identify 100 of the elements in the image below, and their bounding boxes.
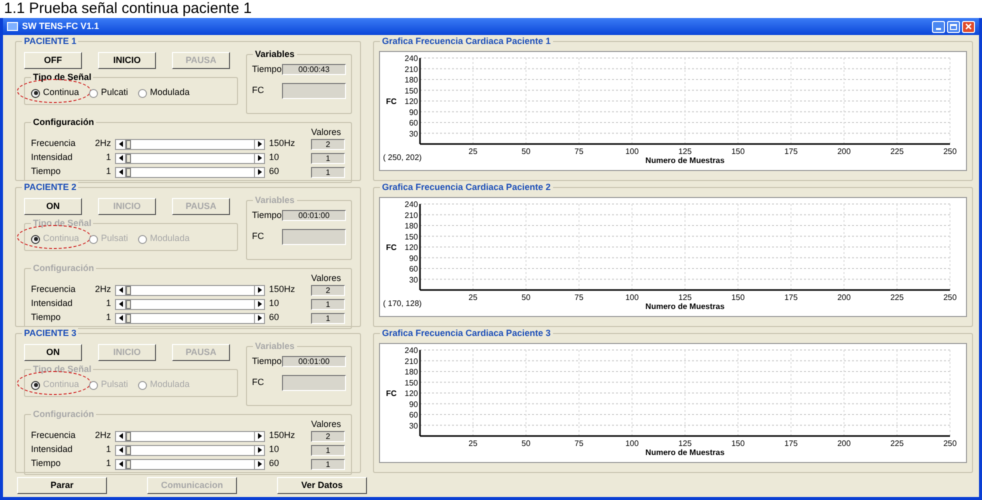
y-tick-label: 30 xyxy=(409,129,418,138)
setting-label: Tiempo xyxy=(31,457,62,470)
min-label: 1 xyxy=(104,311,111,324)
radio-option[interactable]: Pulcati xyxy=(89,86,128,100)
max-label: 60 xyxy=(268,165,280,178)
value-field: 1 xyxy=(311,298,345,310)
y-axis-label: FC xyxy=(386,243,397,252)
max-label: 150Hz xyxy=(268,283,296,296)
readout-field: 00:00:43 xyxy=(282,64,346,76)
value-field: 1 xyxy=(311,444,345,456)
group-title: PACIENTE 1 xyxy=(22,35,78,47)
readout-field: 00:01:00 xyxy=(282,356,346,368)
min-label: 2Hz xyxy=(94,429,111,442)
y-tick-label: 90 xyxy=(409,108,418,117)
min-label: 1 xyxy=(104,457,111,470)
y-tick-label: 30 xyxy=(409,421,418,430)
y-tick-label: 120 xyxy=(404,97,418,106)
setting-label: Frecuencia xyxy=(31,137,77,150)
y-tick-label: 60 xyxy=(409,118,418,128)
x-tick-label: 175 xyxy=(784,439,798,448)
setting-label: Frecuencia xyxy=(31,283,77,296)
x-tick-label: 100 xyxy=(625,293,639,302)
radio-option[interactable]: Modulada xyxy=(138,86,190,100)
max-label: 10 xyxy=(268,151,280,164)
x-tick-label: 75 xyxy=(574,293,584,302)
chart-title: Grafica Frecuencia Cardiaca Paciente 2 xyxy=(380,181,553,193)
x-tick-label: 25 xyxy=(468,439,478,448)
control-button[interactable]: ON xyxy=(24,344,82,361)
x-tick-label: 125 xyxy=(678,147,692,156)
y-tick-label: 240 xyxy=(404,200,418,209)
x-tick-label: 225 xyxy=(890,147,904,156)
group-title: Configuración xyxy=(31,116,96,128)
value-field: 1 xyxy=(311,312,345,324)
x-tick-label: 125 xyxy=(678,439,692,448)
setting-label: Intensidad xyxy=(31,151,74,164)
chart-title: Grafica Frecuencia Cardiaca Paciente 3 xyxy=(380,327,553,339)
setting-label: Intensidad xyxy=(31,297,74,310)
group-title: Configuración xyxy=(31,408,96,420)
y-tick-label: 60 xyxy=(409,410,418,420)
value-field: 2 xyxy=(311,430,345,442)
group-title: PACIENTE 3 xyxy=(22,327,78,339)
max-label: 150Hz xyxy=(268,429,296,442)
y-tick-label: 180 xyxy=(404,222,418,230)
x-tick-label: 25 xyxy=(468,293,478,302)
control-button[interactable]: INICIO xyxy=(98,52,156,69)
control-button[interactable]: OFF xyxy=(24,52,82,69)
value-field: 2 xyxy=(311,138,345,150)
y-tick-label: 210 xyxy=(404,356,418,366)
value-field: 1 xyxy=(311,166,345,178)
y-tick-label: 180 xyxy=(404,368,418,376)
y-tick-label: 60 xyxy=(409,264,418,274)
y-tick-label: 150 xyxy=(404,232,418,242)
y-axis-label: FC xyxy=(386,389,397,398)
x-axis-label: Numero de Muestras xyxy=(645,302,725,311)
x-tick-label: 75 xyxy=(574,147,584,156)
x-tick-label: 175 xyxy=(784,293,798,302)
cursor-readout: ( 170, 128) xyxy=(383,299,422,308)
max-label: 60 xyxy=(268,457,280,470)
max-label: 60 xyxy=(268,311,280,324)
x-tick-label: 175 xyxy=(784,147,798,156)
y-tick-label: 150 xyxy=(404,86,418,96)
action-button[interactable]: Parar xyxy=(17,477,107,494)
y-axis-label: FC xyxy=(386,97,397,106)
y-tick-label: 240 xyxy=(404,54,418,63)
control-button[interactable]: ON xyxy=(24,198,82,215)
x-tick-label: 225 xyxy=(890,439,904,448)
values-header: Valores xyxy=(311,273,341,283)
x-tick-label: 250 xyxy=(943,293,957,302)
x-axis-label: Numero de Muestras xyxy=(645,156,725,165)
field-label: Tiempo xyxy=(252,355,282,368)
group-title: Configuración xyxy=(31,262,96,274)
x-tick-label: 150 xyxy=(731,439,745,448)
group-title: Tipo de Señal xyxy=(31,71,94,83)
x-tick-label: 200 xyxy=(837,439,851,448)
values-header: Valores xyxy=(311,419,341,429)
values-header: Valores xyxy=(311,127,341,137)
chart-title: Grafica Frecuencia Cardiaca Paciente 1 xyxy=(380,35,553,47)
setting-label: Intensidad xyxy=(31,443,74,456)
x-tick-label: 150 xyxy=(731,147,745,156)
value-field: 1 xyxy=(311,152,345,164)
group-title: Variables xyxy=(253,48,297,60)
max-label: 10 xyxy=(268,443,280,456)
action-button[interactable]: Ver Datos xyxy=(277,477,367,494)
x-tick-label: 50 xyxy=(522,293,530,302)
setting-label: Tiempo xyxy=(31,165,62,178)
field-label: Tiempo xyxy=(252,63,282,76)
field-label: FC xyxy=(252,376,264,389)
x-tick-label: 225 xyxy=(890,293,904,302)
y-tick-label: 90 xyxy=(409,254,418,263)
min-label: 1 xyxy=(104,165,111,178)
x-tick-label: 250 xyxy=(943,439,957,448)
setting-label: Tiempo xyxy=(31,311,62,324)
group-title: Variables xyxy=(253,194,297,206)
y-tick-label: 120 xyxy=(404,243,418,252)
window-title: SW TENS-FC V1.1 xyxy=(22,20,100,33)
x-tick-label: 200 xyxy=(837,147,851,156)
group-title: Variables xyxy=(253,340,297,352)
min-label: 2Hz xyxy=(94,283,111,296)
value-field: 2 xyxy=(311,284,345,296)
radio-option[interactable]: Continua xyxy=(31,86,80,100)
